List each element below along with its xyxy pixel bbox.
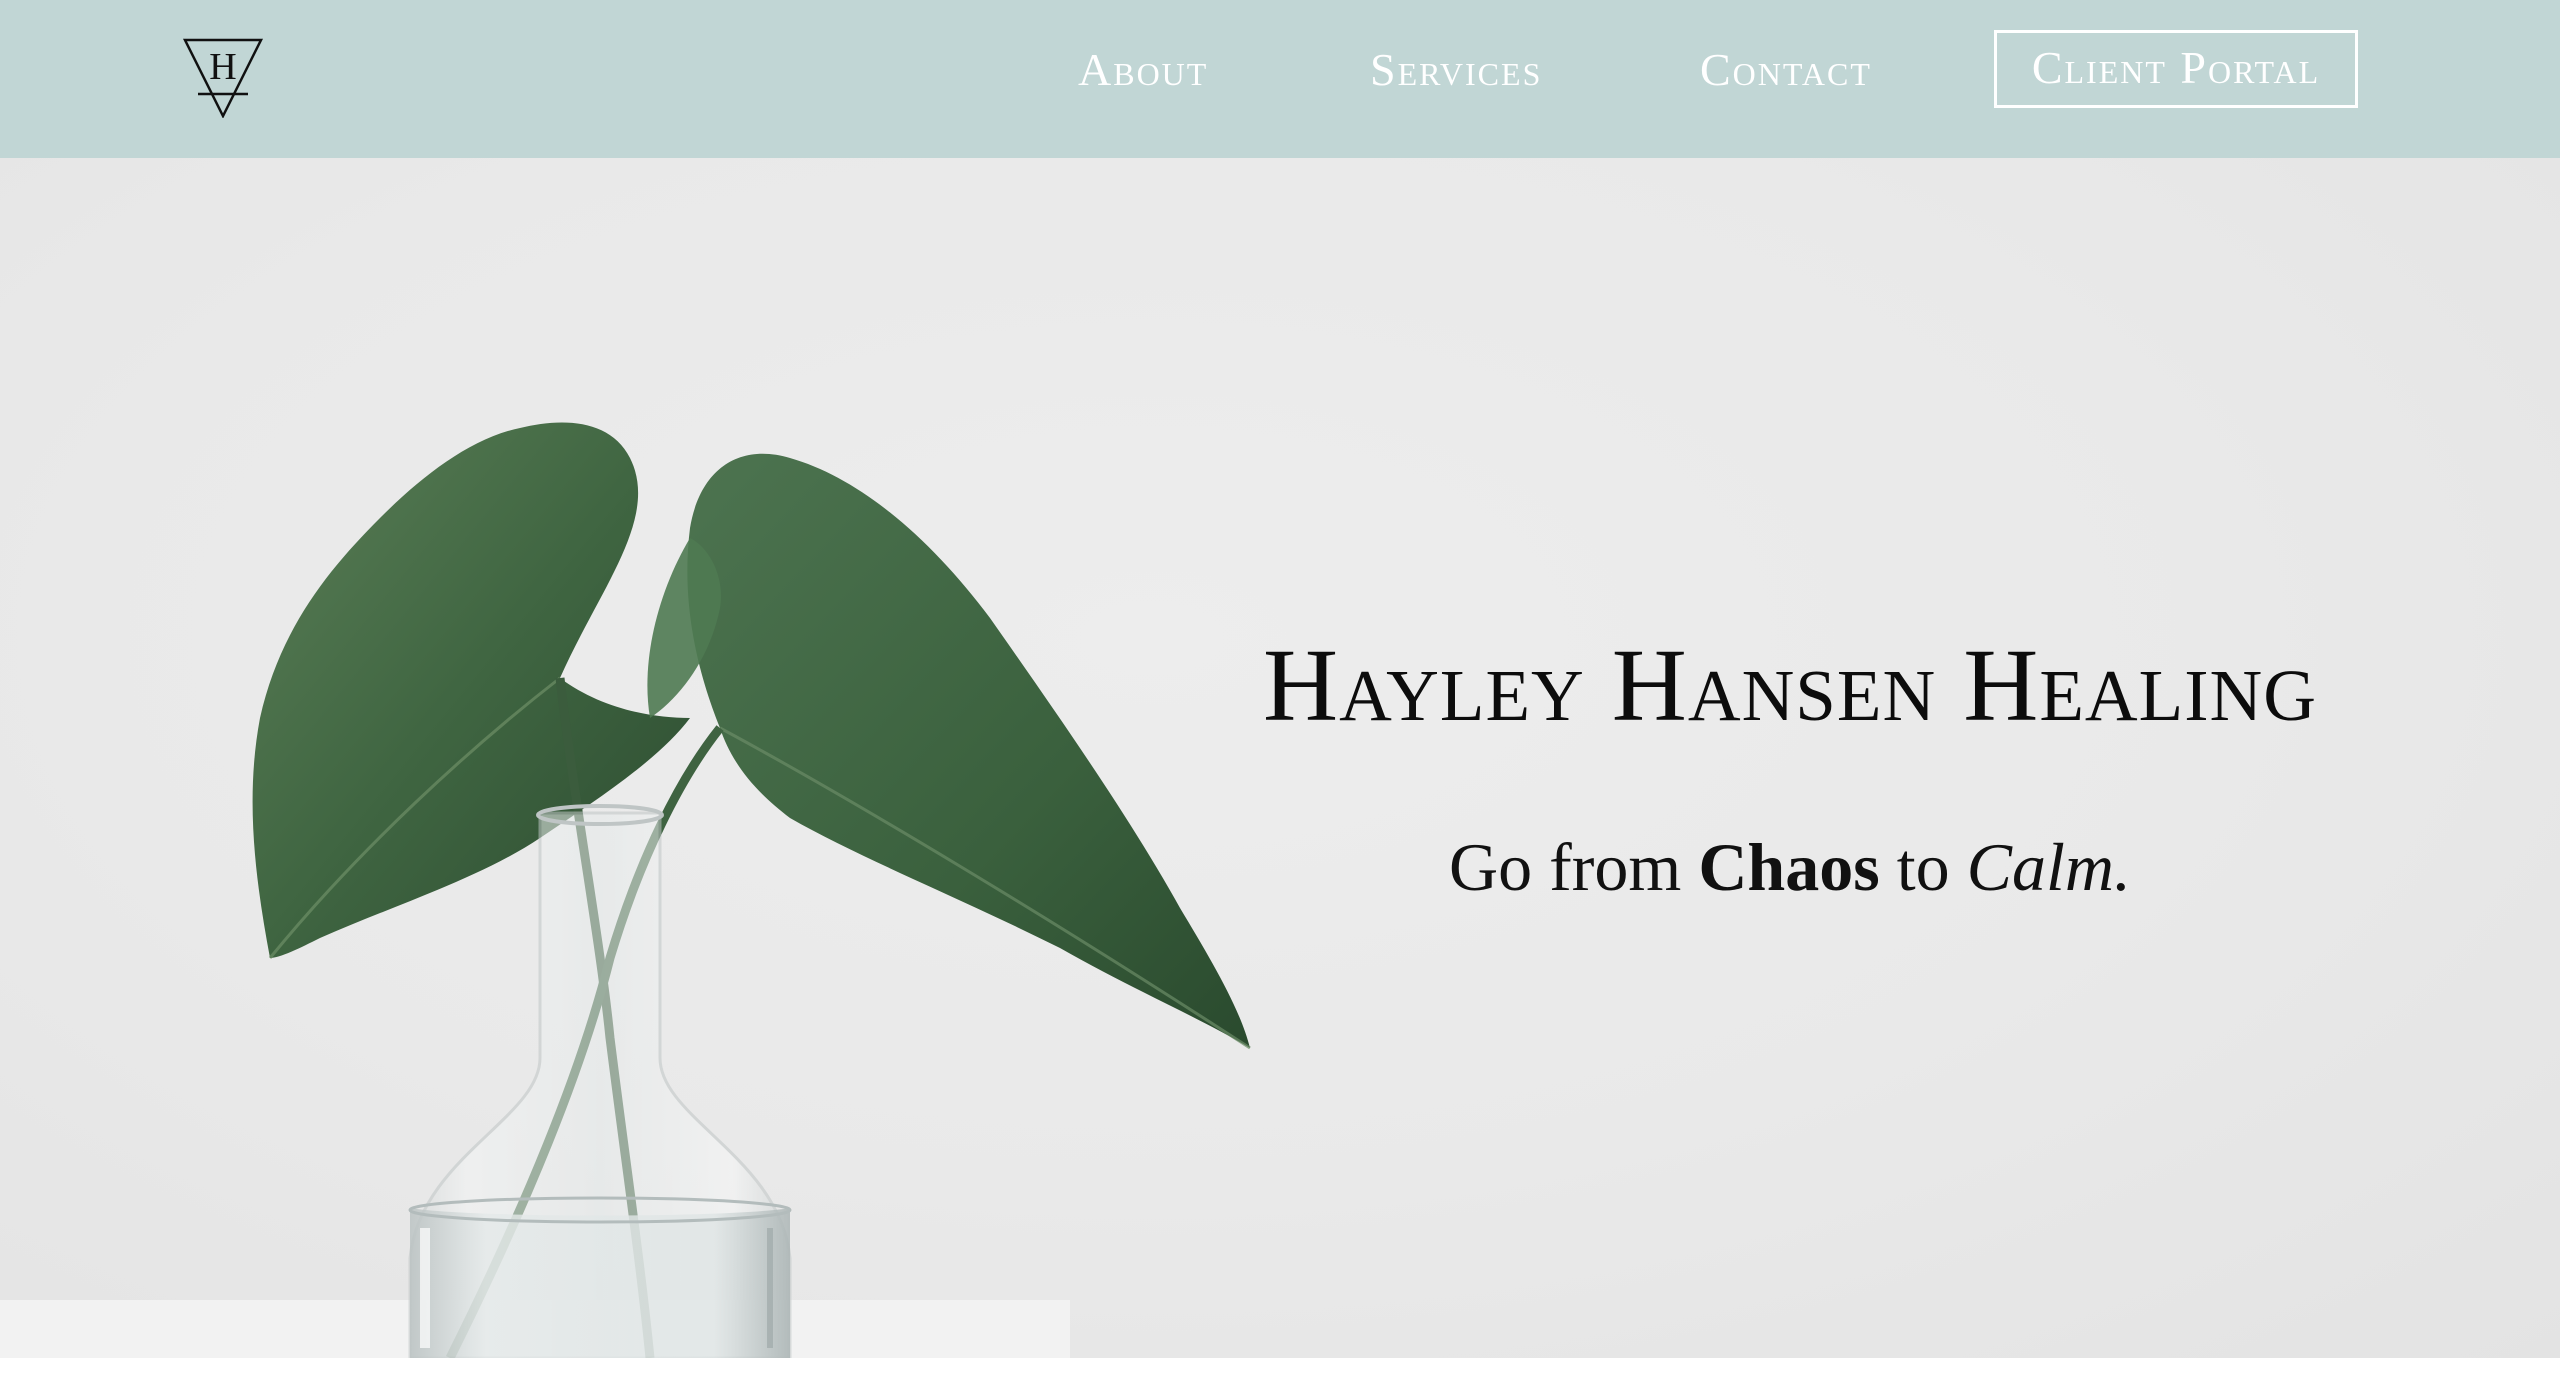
nav-link-contact[interactable]: Contact	[1700, 44, 1872, 96]
hero-section: Hayley Hansen Healing Go from Chaos to C…	[0, 158, 2560, 1358]
tagline-part2: to	[1879, 829, 1967, 905]
client-portal-button[interactable]: Client Portal	[1994, 30, 2358, 108]
nav-link-services[interactable]: Services	[1370, 44, 1542, 96]
hero-tagline: Go from Chaos to Calm.	[1180, 828, 2400, 907]
logo-letter: H	[209, 46, 236, 88]
tagline-emphasis-chaos: Chaos	[1698, 829, 1880, 905]
tagline-part1: Go from	[1449, 829, 1699, 905]
top-nav: H About Services Contact Client Portal	[0, 0, 2560, 158]
hero-title: Hayley Hansen Healing	[1263, 628, 2317, 743]
logo-icon[interactable]: H	[182, 36, 264, 118]
nav-link-about[interactable]: About	[1078, 44, 1208, 96]
tagline-emphasis-calm: Calm.	[1966, 829, 2131, 905]
plant-in-vase-icon	[0, 422, 1251, 1358]
